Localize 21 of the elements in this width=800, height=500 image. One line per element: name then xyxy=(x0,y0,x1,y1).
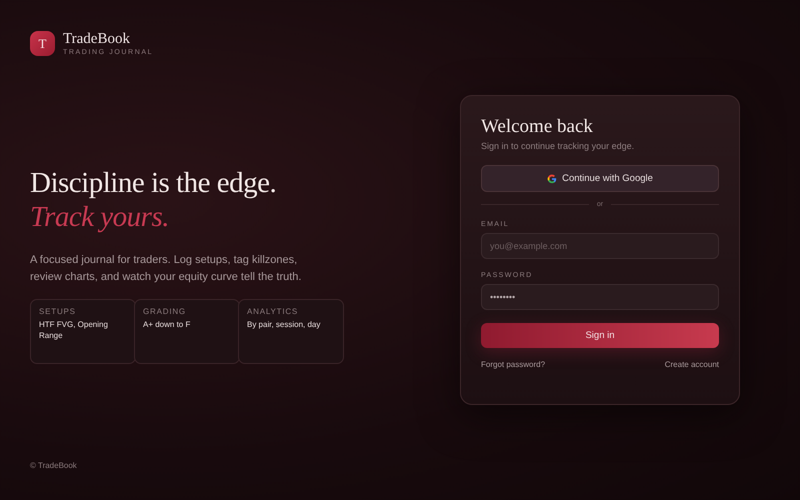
feature-label: ANALYTICS xyxy=(247,307,300,316)
headline: Discipline is the edge. xyxy=(30,166,278,200)
feature-label: GRADING xyxy=(143,307,187,316)
feature-label: SETUPS xyxy=(39,307,77,316)
link[interactable]: Forgot password? xyxy=(481,360,546,369)
google-icon xyxy=(547,174,558,184)
logo: T xyxy=(30,31,55,56)
login-title: Welcome back xyxy=(481,116,594,138)
link[interactable]: Create account xyxy=(664,360,719,369)
headline-accent: Track yours. xyxy=(30,200,170,234)
feature-value: By pair, session, day xyxy=(247,319,322,330)
description: A focused journal for traders. Log setups, tag killzones, review charts, and watch your equity curve tell the truth. xyxy=(30,253,302,284)
brand-name: TradeBook xyxy=(63,31,131,47)
sign-in-button[interactable]: Sign in xyxy=(481,323,719,348)
copyright: © TradeBook xyxy=(30,461,78,470)
input-field[interactable]: •••••••• xyxy=(481,284,719,310)
input-field[interactable]: you@example.com xyxy=(481,233,719,259)
login-subtitle: Sign in to continue tracking your edge. xyxy=(481,141,636,151)
feature-value: HTF FVG, Opening Range xyxy=(39,319,109,341)
feature-value: A+ down to F xyxy=(143,319,192,330)
google-button[interactable]: Continue with Google xyxy=(481,165,719,192)
